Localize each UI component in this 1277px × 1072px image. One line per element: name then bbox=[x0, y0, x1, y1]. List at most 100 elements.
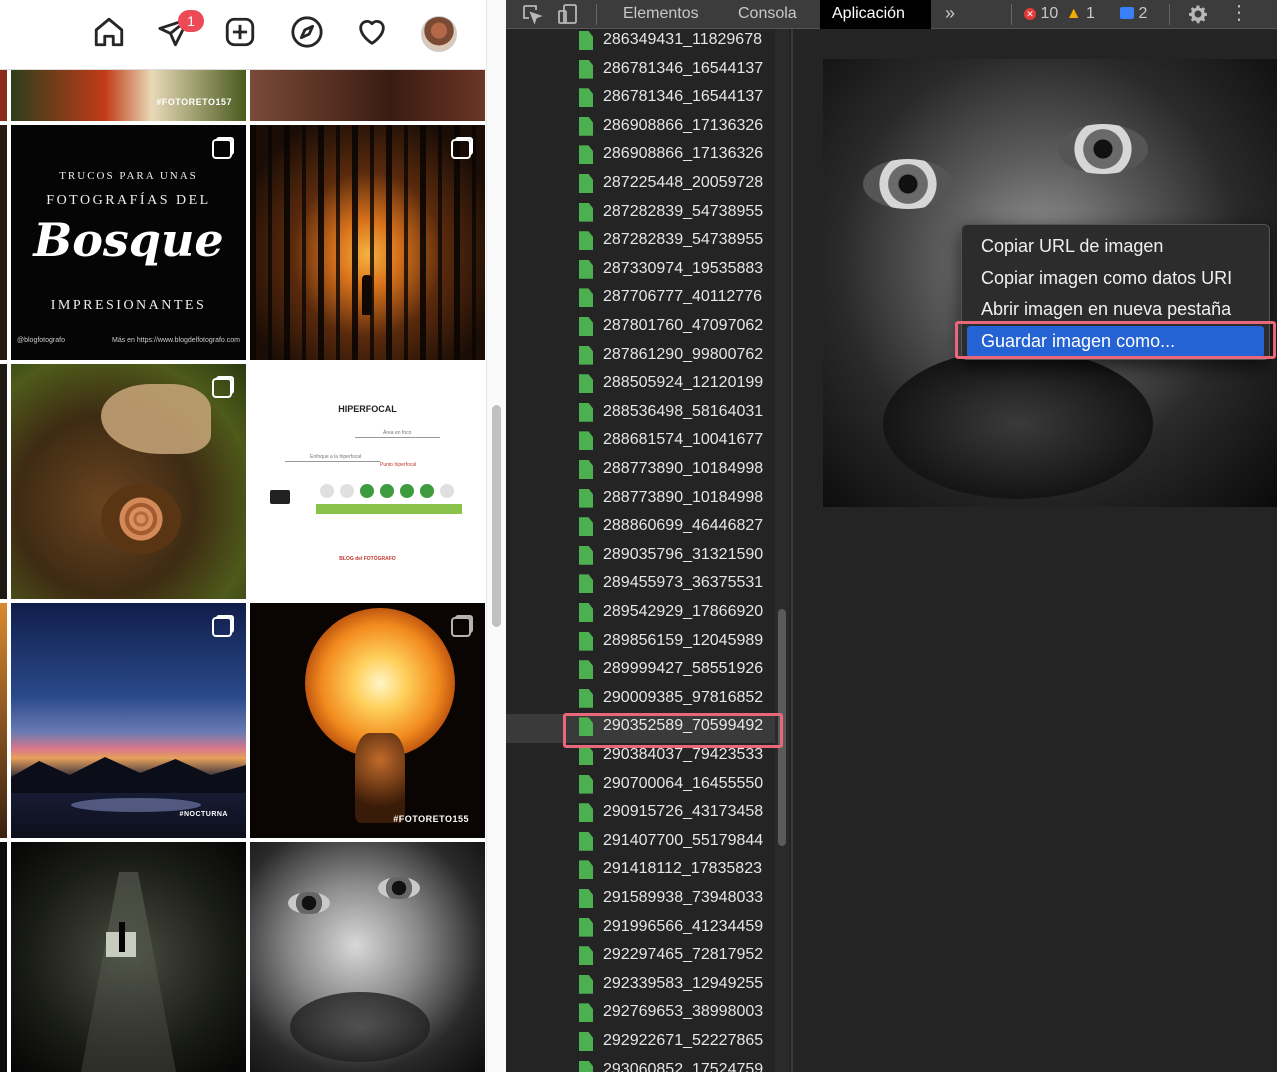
post-man-portrait[interactable] bbox=[250, 842, 485, 1072]
post-eggs-basket[interactable] bbox=[11, 364, 246, 599]
file-list-item[interactable]: 286349431_11829678 bbox=[506, 29, 784, 57]
tab-consola[interactable]: Consola bbox=[726, 0, 809, 29]
post-forest-silhouette[interactable] bbox=[250, 125, 485, 360]
file-list-item[interactable]: 289035796_31321590 bbox=[506, 543, 784, 572]
post-hiperfocal[interactable]: HIPERFOCAL Área en foco Enfoque a la hip… bbox=[250, 364, 485, 599]
file-list-item[interactable]: 287706777_40112776 bbox=[506, 285, 784, 314]
file-list-item[interactable]: 288681574_10041677 bbox=[506, 428, 784, 457]
profile-avatar[interactable] bbox=[421, 16, 457, 52]
menu-copy-image-url[interactable]: Copiar URL de imagen bbox=[962, 231, 1269, 263]
file-list-item[interactable]: 289856159_12045989 bbox=[506, 629, 784, 658]
menu-copy-image-data-uri[interactable]: Copiar imagen como datos URI bbox=[962, 263, 1269, 295]
settings-gear-icon[interactable] bbox=[1186, 2, 1210, 26]
file-list-item[interactable]: 291589938_73948033 bbox=[506, 886, 784, 915]
file-list-item[interactable]: 290915726_43173458 bbox=[506, 800, 784, 829]
file-list-item[interactable]: 286781346_16544137 bbox=[506, 85, 784, 114]
post-edge-left bbox=[0, 125, 7, 360]
file-list-item[interactable]: 292297465_72817952 bbox=[506, 943, 784, 972]
file-list-item[interactable]: 292769653_38998003 bbox=[506, 1000, 784, 1029]
walker-silhouette bbox=[119, 922, 125, 952]
image-file-icon bbox=[579, 59, 593, 79]
file-name: 291407700_55179844 bbox=[603, 831, 764, 849]
file-list-item[interactable]: 288505924_12120199 bbox=[506, 371, 784, 400]
image-file-icon bbox=[579, 202, 593, 222]
file-list-item[interactable]: 293060852_17524759 bbox=[506, 1058, 784, 1072]
post-night-landscape[interactable]: #NOCTURNA bbox=[11, 603, 246, 838]
file-list-item[interactable]: 289542929_17866920 bbox=[506, 600, 784, 629]
inspect-element-icon[interactable] bbox=[520, 2, 544, 26]
file-list-item[interactable]: 288536498_58164031 bbox=[506, 400, 784, 429]
tab-aplicacion[interactable]: Aplicación bbox=[820, 0, 931, 29]
file-name: 290700064_16455550 bbox=[603, 774, 764, 792]
image-file-icon bbox=[579, 88, 593, 108]
explore-icon[interactable] bbox=[289, 14, 325, 50]
messages-badge: 1 bbox=[178, 10, 204, 32]
file-name: 292297465_72817952 bbox=[603, 946, 764, 964]
pane-divider[interactable] bbox=[791, 29, 793, 1072]
image-file-icon bbox=[579, 974, 593, 994]
errors-counter[interactable]: ✕ 10 ▲ 1 bbox=[1024, 0, 1095, 29]
file-name: 287282839_54738955 bbox=[603, 231, 764, 249]
post-bosque-tips[interactable]: TRUCOS PARA UNAS FOTOGRAFÍAS DEL Bosque … bbox=[11, 125, 246, 360]
file-list-item[interactable]: 291407700_55179844 bbox=[506, 829, 784, 858]
tree-trunks bbox=[250, 125, 485, 360]
post-edge-left bbox=[0, 364, 7, 599]
image-file-icon bbox=[579, 317, 593, 336]
image-file-icon bbox=[579, 488, 593, 508]
post-partial-top-right[interactable] bbox=[250, 70, 485, 121]
file-list-item[interactable]: 287225448_20059728 bbox=[506, 171, 784, 200]
device-toolbar-icon[interactable] bbox=[556, 2, 580, 26]
post-edge-left bbox=[0, 603, 7, 838]
post-edge-left bbox=[0, 70, 7, 121]
right-eye bbox=[378, 877, 420, 899]
preview-right-eye bbox=[1058, 124, 1148, 174]
preview-left-eye bbox=[863, 159, 953, 209]
more-tabs-button[interactable]: » bbox=[933, 0, 967, 29]
file-list-item[interactable]: 290009385_97816852 bbox=[506, 686, 784, 715]
file-list-item[interactable]: 287330974_19535883 bbox=[506, 257, 784, 286]
file-list-item[interactable]: 288773890_10184998 bbox=[506, 457, 784, 486]
file-list-item[interactable]: 289999427_58551926 bbox=[506, 657, 784, 686]
file-list-item[interactable]: 292922671_52227865 bbox=[506, 1029, 784, 1058]
image-file-icon bbox=[579, 231, 593, 251]
file-list-item[interactable]: 287801760_47097062 bbox=[506, 314, 784, 343]
file-name: 291589938_73948033 bbox=[603, 889, 764, 906]
image-file-icon bbox=[579, 746, 593, 765]
image-file-icon bbox=[579, 545, 593, 565]
more-options-icon[interactable]: ⋮ bbox=[1227, 2, 1251, 26]
activity-heart-icon[interactable] bbox=[354, 14, 390, 50]
preview-beard bbox=[883, 349, 1153, 499]
page-scrollbar[interactable] bbox=[486, 0, 506, 1072]
file-name: 288773890_10184998 bbox=[603, 460, 764, 477]
home-icon[interactable] bbox=[91, 14, 127, 50]
file-list-scrollbar[interactable] bbox=[775, 29, 789, 1072]
tab-elementos[interactable]: Elementos bbox=[611, 0, 711, 29]
image-file-icon bbox=[579, 1060, 593, 1072]
image-file-icon bbox=[579, 688, 593, 708]
file-list-item[interactable]: 286908866_17136326 bbox=[506, 142, 784, 171]
post-fire-breather[interactable]: #FOTORETO155 bbox=[250, 603, 485, 838]
file-list-item[interactable]: 288860699_46446827 bbox=[506, 514, 784, 543]
file-list-item[interactable]: 286781346_16544137 bbox=[506, 57, 784, 86]
messages-counter[interactable]: 2 bbox=[1120, 0, 1147, 29]
file-list-item[interactable]: 291418112_17835823 bbox=[506, 857, 784, 886]
toolbar-separator bbox=[1169, 4, 1170, 25]
file-list-item[interactable]: 288773890_10184998 bbox=[506, 486, 784, 515]
file-list-item[interactable]: 286908866_17136326 bbox=[506, 114, 784, 143]
file-name: 286908866_17136326 bbox=[603, 116, 764, 134]
brand-logo: BLOG del FOTÓGRAFO bbox=[339, 556, 396, 562]
multi-photo-icon bbox=[212, 617, 232, 637]
warning-icon: ▲ bbox=[1065, 5, 1082, 22]
file-list-item[interactable]: 292339583_12949255 bbox=[506, 972, 784, 1001]
file-list-item[interactable]: 291996566_41234459 bbox=[506, 915, 784, 944]
file-list-item[interactable]: 287282839_54738955 bbox=[506, 200, 784, 229]
file-list-item[interactable]: 287861290_99800762 bbox=[506, 343, 784, 372]
file-list-item[interactable]: 290700064_16455550 bbox=[506, 772, 784, 801]
new-post-icon[interactable] bbox=[222, 14, 258, 50]
page-scrollbar-thumb[interactable] bbox=[492, 405, 501, 627]
file-list-item[interactable]: 289455973_36375531 bbox=[506, 571, 784, 600]
file-name: 291418112_17835823 bbox=[603, 860, 762, 878]
file-list-item[interactable]: 287282839_54738955 bbox=[506, 228, 784, 257]
post-partial-top-left[interactable]: #FOTORETO157 bbox=[11, 70, 246, 121]
post-tunnel-walker[interactable] bbox=[11, 842, 246, 1072]
